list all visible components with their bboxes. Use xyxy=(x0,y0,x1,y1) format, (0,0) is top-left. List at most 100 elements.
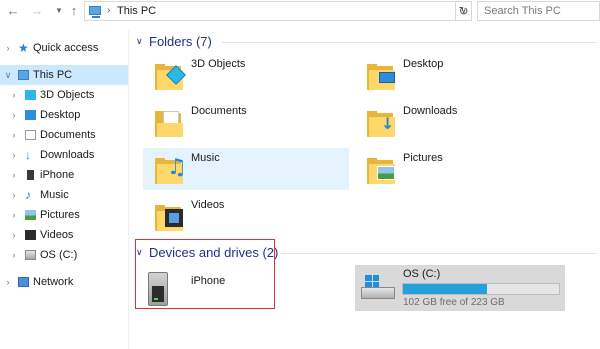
video-icon xyxy=(25,230,36,240)
folder-documents[interactable]: Documents xyxy=(143,101,349,143)
drive-usage-fill xyxy=(403,284,488,294)
chevron-right-icon[interactable]: › xyxy=(9,225,19,245)
folder-videos-icon xyxy=(153,199,187,233)
computer-icon xyxy=(18,70,29,80)
arrow-left-icon: ← xyxy=(6,3,20,18)
breadcrumb-separator-icon: › xyxy=(107,5,111,16)
sidebar-item-label: iPhone xyxy=(40,169,75,181)
sidebar-item-network[interactable]: › Network xyxy=(0,272,128,292)
folder-3d-objects[interactable]: 3D Objects xyxy=(143,54,349,96)
chevron-right-icon[interactable]: › xyxy=(9,185,19,205)
iphone-device-label[interactable]: iPhone xyxy=(191,275,225,287)
folder-label: Documents xyxy=(191,105,247,117)
chevron-right-icon[interactable]: › xyxy=(9,125,19,145)
sidebar-item-desktop[interactable]: › Desktop xyxy=(0,105,128,125)
pictures-icon xyxy=(25,210,36,220)
drive-usage-bar xyxy=(402,283,560,295)
computer-icon xyxy=(89,6,101,18)
sidebar-item-downloads[interactable]: › ↓ Downloads xyxy=(0,145,128,165)
sidebar-item-label: Network xyxy=(33,276,74,288)
iphone-device-icon[interactable] xyxy=(144,272,172,308)
sidebar-item-label: OS (C:) xyxy=(40,249,78,261)
chevron-right-icon[interactable]: › xyxy=(9,245,19,265)
folder-label: Videos xyxy=(191,199,225,211)
drive-free-space: 102 GB free of 223 GB xyxy=(403,297,505,308)
search-input[interactable]: Search This PC xyxy=(477,1,600,21)
folder-3d-objects-icon xyxy=(153,58,187,92)
group-divider xyxy=(222,42,596,43)
sidebar-item-label: Music xyxy=(40,189,69,201)
breadcrumb-this-pc[interactable]: This PC xyxy=(117,5,156,18)
phone-device-icon xyxy=(27,170,34,180)
sidebar-item-this-pc[interactable]: ∨ This PC xyxy=(0,65,128,85)
sidebar-item-music[interactable]: › ♪ Music xyxy=(0,185,128,205)
sidebar-item-iphone[interactable]: › iPhone xyxy=(0,165,128,185)
folders-group-title: Folders (7) xyxy=(149,34,212,49)
arrow-right-icon: → xyxy=(30,3,44,18)
folder-label: 3D Objects xyxy=(191,58,246,70)
sidebar-item-label: Videos xyxy=(40,229,74,241)
folder-documents-icon xyxy=(153,105,187,139)
cube-icon xyxy=(25,90,36,100)
download-icon: ↓ xyxy=(25,148,31,162)
recent-locations-button[interactable]: ▼ xyxy=(52,3,66,19)
forward-button[interactable]: → xyxy=(30,3,44,19)
group-divider xyxy=(281,253,596,254)
network-icon xyxy=(18,277,29,287)
sidebar-item-os-c[interactable]: › OS (C:) xyxy=(0,245,128,265)
folder-pictures[interactable]: Pictures xyxy=(355,148,561,190)
drive-icon xyxy=(361,273,397,305)
chevron-right-icon[interactable]: › xyxy=(9,85,19,105)
sidebar-item-label: 3D Objects xyxy=(40,89,95,101)
chevron-down-icon[interactable]: ∨ xyxy=(136,36,143,47)
sidebar-item-label: Desktop xyxy=(40,109,81,121)
drive-name: OS (C:) xyxy=(403,268,441,280)
folder-label: Pictures xyxy=(403,152,443,164)
sidebar-item-videos[interactable]: › Videos xyxy=(0,225,128,245)
chevron-right-icon[interactable]: › xyxy=(9,205,19,225)
refresh-icon: ↻ xyxy=(458,4,469,18)
folders-group-header[interactable]: ∨ Folders (7) xyxy=(136,33,596,53)
chevron-right-icon[interactable]: › xyxy=(9,145,19,165)
sidebar-item-3d-objects[interactable]: › 3D Objects xyxy=(0,85,128,105)
sidebar-item-label: This PC xyxy=(33,69,73,81)
drive-os-c[interactable]: OS (C:) 102 GB free of 223 GB xyxy=(355,265,565,311)
sidebar-item-pictures[interactable]: › Pictures xyxy=(0,205,128,225)
folder-videos[interactable]: Videos xyxy=(143,195,349,237)
content-pane: ∨ Folders (7) 3D Objects Desktop Documen… xyxy=(130,22,600,349)
arrow-up-icon: ↑ xyxy=(70,3,78,18)
documents-icon xyxy=(25,130,36,140)
chevron-down-icon[interactable]: ∨ xyxy=(3,65,13,85)
folder-music-icon: ♫ xyxy=(153,152,187,186)
folder-label: Desktop xyxy=(403,58,444,70)
music-icon: ♪ xyxy=(25,188,31,202)
sidebar-item-documents[interactable]: › Documents xyxy=(0,125,128,145)
sidebar-item-label: Pictures xyxy=(40,209,80,221)
desktop-icon xyxy=(25,110,36,120)
chevron-right-icon[interactable]: › xyxy=(9,165,19,185)
folder-pictures-icon xyxy=(365,152,399,186)
chevron-down-icon: ▼ xyxy=(55,6,63,15)
folder-label: Music xyxy=(191,152,220,164)
sidebar-item-label: Quick access xyxy=(33,42,99,54)
sidebar-item-quick-access[interactable]: › ★ Quick access xyxy=(0,38,128,58)
chevron-right-icon[interactable]: › xyxy=(3,272,13,292)
star-icon: ★ xyxy=(18,41,29,55)
folder-music[interactable]: ♫ Music xyxy=(143,148,349,190)
sidebar-item-label: Downloads xyxy=(40,149,95,161)
sidebar-item-label: Documents xyxy=(40,129,96,141)
back-button[interactable]: ← xyxy=(6,3,20,19)
address-field[interactable]: › This PC ∨ xyxy=(84,1,472,21)
chevron-right-icon[interactable]: › xyxy=(9,105,19,125)
folder-downloads[interactable]: ↓ Downloads xyxy=(355,101,561,143)
folder-label: Downloads xyxy=(403,105,458,117)
folder-desktop[interactable]: Desktop xyxy=(355,54,561,96)
refresh-button[interactable]: ↻ xyxy=(455,2,471,20)
drive-icon xyxy=(25,250,36,260)
chevron-right-icon[interactable]: › xyxy=(3,38,13,58)
address-toolbar: ← → ▼ ↑ › This PC ∨ ↻ Search This PC xyxy=(0,0,600,22)
navigation-pane: › ★ Quick access ∨ This PC › 3D Objects … xyxy=(0,30,129,349)
folder-desktop-icon xyxy=(365,58,399,92)
folder-downloads-icon: ↓ xyxy=(365,105,399,139)
up-button[interactable]: ↑ xyxy=(67,3,81,19)
